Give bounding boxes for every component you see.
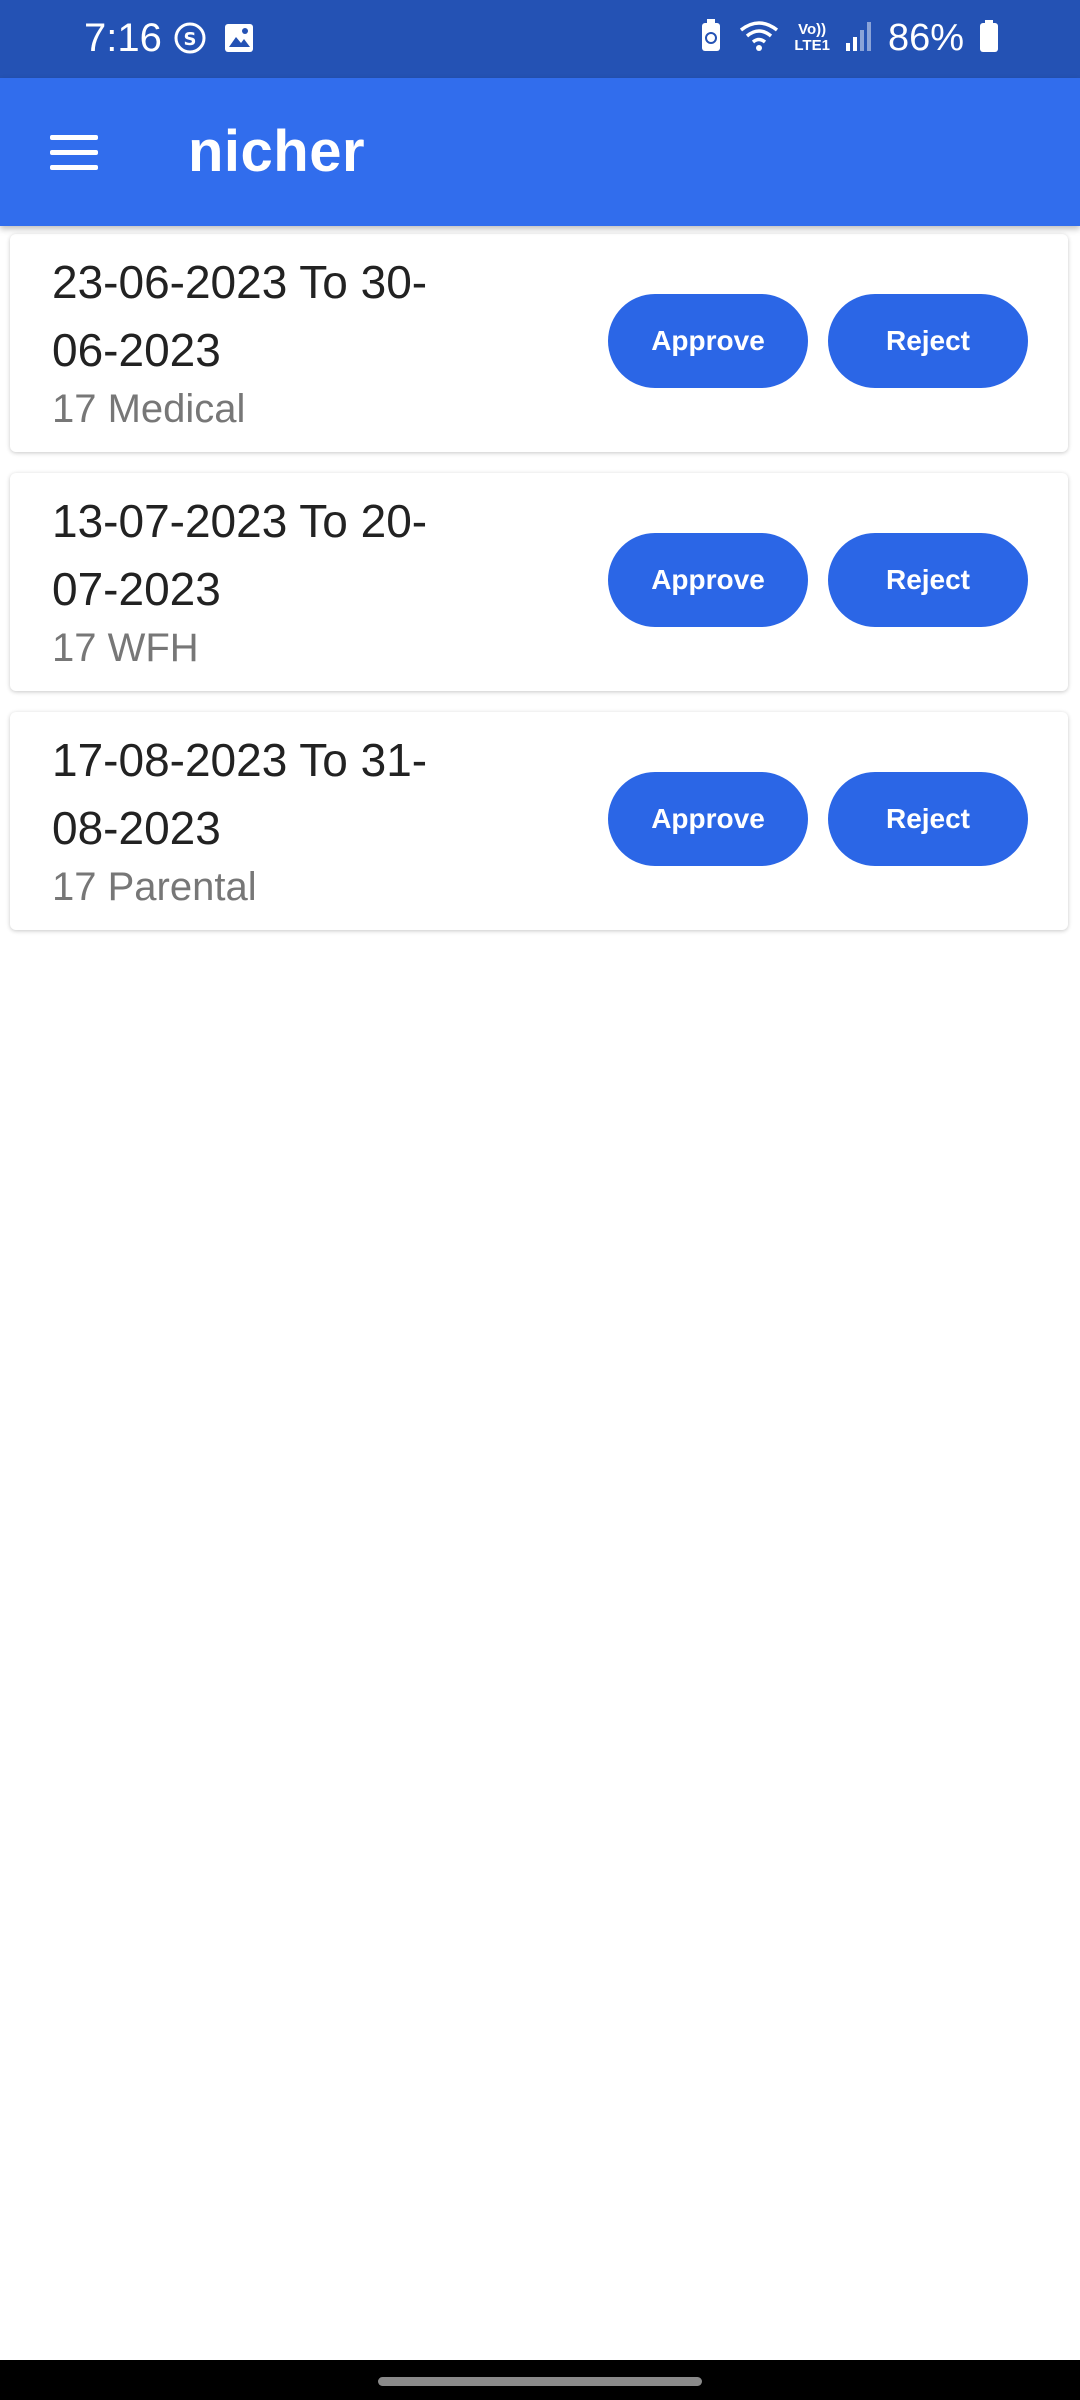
request-type: 17 Parental <box>52 865 257 909</box>
gallery-icon <box>222 21 256 60</box>
approve-button[interactable]: Approve <box>608 533 808 627</box>
menu-line <box>50 164 98 170</box>
battery-icon <box>978 18 1000 59</box>
system-navigation-bar <box>0 2360 1080 2400</box>
app-bar: nicher <box>0 78 1080 226</box>
request-card: 13-07-2023 To 20-07-2023 17 WFH Approve … <box>10 473 1068 691</box>
reject-button[interactable]: Reject <box>828 533 1028 627</box>
request-type: 17 WFH <box>52 626 199 670</box>
volte-bottom-text: LTE1 <box>794 37 830 54</box>
status-time: 7:16 <box>84 16 162 60</box>
menu-line <box>50 134 98 140</box>
battery-saver-icon <box>698 17 724 60</box>
volte-indicator: Vo)) LTE1 <box>794 22 830 54</box>
request-date-range: 13-07-2023 To 20-07-2023 <box>52 495 428 615</box>
request-date-range: 17-08-2023 To 31-08-2023 <box>52 734 428 854</box>
status-right-icons: Vo)) LTE1 86% <box>698 14 1000 62</box>
status-bar: 7:16 S Vo)) LTE1 86% <box>0 0 1080 78</box>
signal-icon <box>844 19 874 58</box>
svg-text:S: S <box>184 29 197 50</box>
request-card: 23-06-2023 To 30-06-2023 17 Medical Appr… <box>10 234 1068 452</box>
home-gesture-handle[interactable] <box>378 2377 702 2386</box>
sync-icon: S <box>172 20 208 61</box>
request-type: 17 Medical <box>52 387 246 431</box>
approve-button[interactable]: Approve <box>608 294 808 388</box>
request-card: 17-08-2023 To 31-08-2023 17 Parental App… <box>10 712 1068 930</box>
request-list: 23-06-2023 To 30-06-2023 17 Medical Appr… <box>10 234 1068 951</box>
status-left-icons: S <box>172 20 256 61</box>
battery-percentage: 86% <box>887 17 964 59</box>
reject-button[interactable]: Reject <box>828 772 1028 866</box>
menu-line <box>50 149 98 155</box>
reject-button[interactable]: Reject <box>828 294 1028 388</box>
approve-button[interactable]: Approve <box>608 772 808 866</box>
request-date-range: 23-06-2023 To 30-06-2023 <box>52 256 428 376</box>
wifi-icon <box>738 18 780 59</box>
volte-top-text: Vo)) <box>798 21 827 38</box>
hamburger-menu-icon[interactable] <box>34 116 114 188</box>
app-title: nicher <box>188 119 366 184</box>
